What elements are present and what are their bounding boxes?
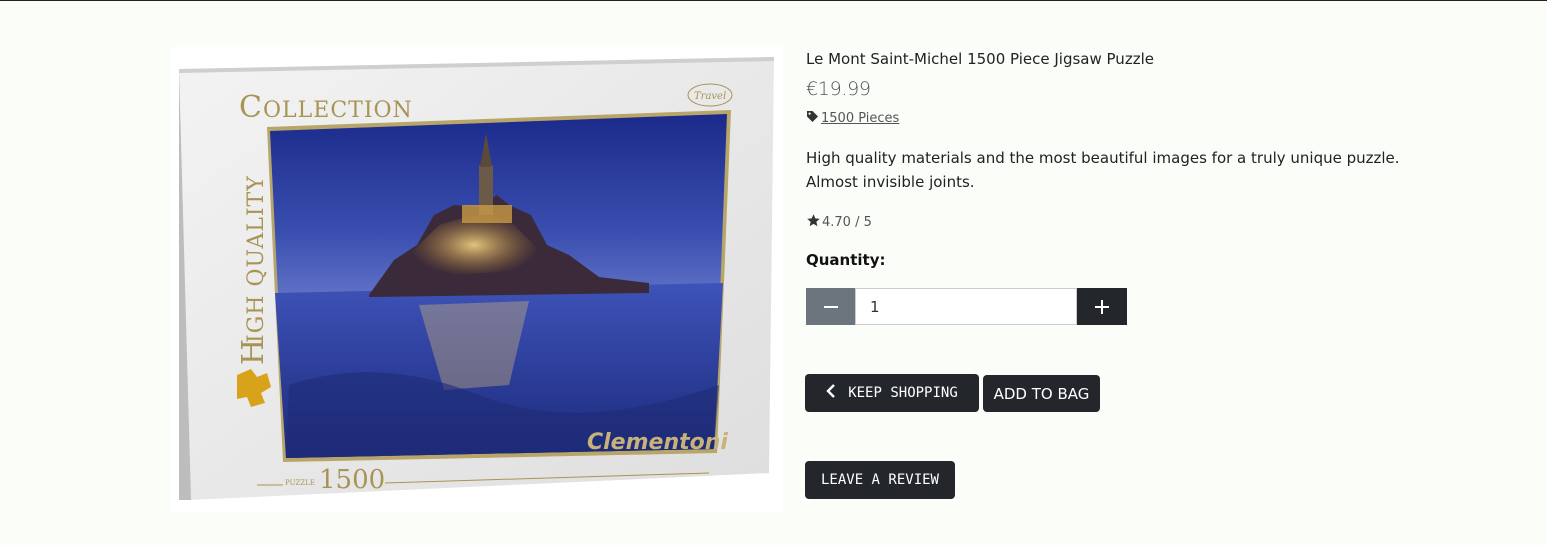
- svg-text:PUZZLE: PUZZLE: [285, 479, 315, 487]
- product-rating: 4.70 / 5: [806, 213, 872, 232]
- svg-text:Travel: Travel: [694, 91, 726, 102]
- product-price: €19.99: [806, 78, 871, 100]
- chevron-left-icon: [826, 384, 836, 402]
- box-header-text: C: [239, 90, 262, 125]
- svg-text:1500: 1500: [319, 465, 385, 495]
- top-divider: [0, 0, 1547, 1]
- plus-icon: [1095, 294, 1109, 320]
- minus-icon: [823, 294, 838, 320]
- product-description: High quality materials and the most beau…: [806, 149, 1400, 191]
- add-to-bag-button[interactable]: ADD TO BAG: [983, 375, 1100, 412]
- svg-text:OLLECTION: OLLECTION: [263, 98, 413, 123]
- tag-icon: [806, 110, 819, 127]
- keep-shopping-button[interactable]: KEEP SHOPPING: [805, 374, 979, 412]
- quantity-label: Quantity:: [806, 251, 886, 269]
- quantity-stepper: [806, 288, 1127, 325]
- product-category: 1500 Pieces: [806, 110, 899, 127]
- product-title: Le Mont Saint-Michel 1500 Piece Jigsaw P…: [806, 50, 1154, 68]
- puzzle-box-art: C OLLECTION H IGH QUALITY Travel Clement…: [179, 55, 774, 500]
- keep-shopping-label: KEEP SHOPPING: [848, 385, 958, 401]
- increment-button[interactable]: [1077, 288, 1127, 325]
- category-link[interactable]: 1500 Pieces: [821, 111, 899, 126]
- rating-value: 4.70 / 5: [822, 215, 872, 230]
- star-icon: [806, 213, 821, 232]
- product-image: C OLLECTION H IGH QUALITY Travel Clement…: [171, 47, 783, 512]
- decrement-button[interactable]: [806, 288, 855, 325]
- leave-review-button[interactable]: LEAVE A REVIEW: [805, 461, 955, 499]
- quantity-input[interactable]: [855, 288, 1077, 325]
- svg-text:Clementoni: Clementoni: [587, 430, 728, 455]
- svg-text:IGH QUALITY: IGH QUALITY: [244, 175, 269, 343]
